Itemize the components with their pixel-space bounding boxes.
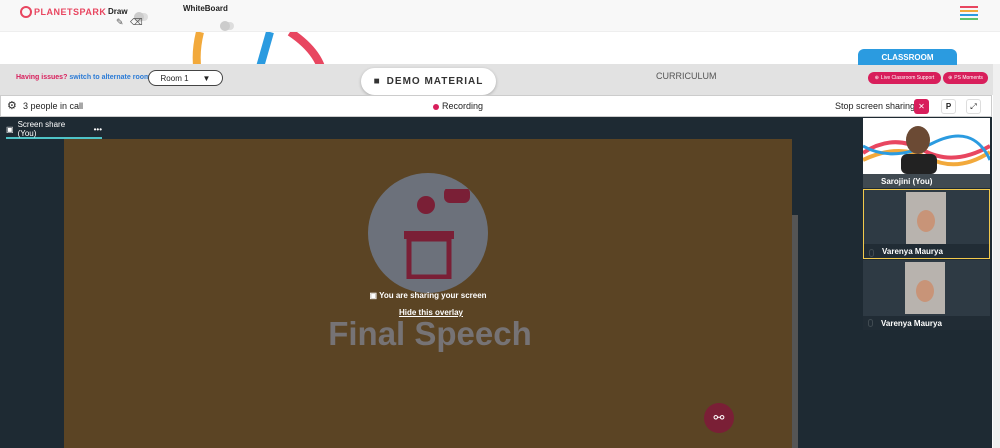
participant-name: Varenya Maurya — [863, 316, 990, 330]
live-support-label: Live Classroom Support — [880, 75, 935, 81]
share-icon[interactable]: ⚯ — [704, 403, 734, 433]
curriculum-tab[interactable]: CURRICULUM — [656, 71, 717, 81]
ps-moments-button[interactable]: ⊕ PS Moments — [943, 72, 988, 84]
room-select[interactable]: Room 1 ▼ — [148, 70, 223, 86]
draw-label: Draw — [108, 7, 128, 16]
screen-share-tab-label: Screen share (You) — [17, 120, 66, 138]
live-support-button[interactable]: ⊕ Live Classroom Support — [868, 72, 941, 84]
participant-video — [863, 126, 990, 174]
stop-sharing-button[interactable]: ✕ — [914, 99, 929, 114]
screen-share-tab[interactable]: ▣ Screen share (You) ••• — [6, 120, 102, 139]
participants-panel: Sarojini (You) Varenya Maurya Varenya Ma… — [862, 117, 992, 448]
podium-icon — [404, 189, 470, 279]
sharing-overlay-text: ▣ You are sharing your screen — [64, 291, 792, 300]
participant-video — [906, 192, 946, 244]
gear-icon[interactable]: ⚙ — [7, 99, 17, 112]
monitor-icon: ▣ — [6, 124, 14, 134]
participant-name: Sarojini (You) — [863, 174, 990, 188]
page-scrollbar[interactable] — [993, 64, 1000, 448]
classroom-tab[interactable]: CLASSROOM — [858, 49, 957, 65]
issues-notice: Having issues? switch to alternate room — [16, 74, 150, 81]
call-bar: ⚙ 3 people in call Recording Stop screen… — [0, 95, 992, 117]
more-icon[interactable]: ••• — [94, 125, 102, 134]
switch-room-link[interactable]: switch to alternate room — [69, 74, 150, 81]
logo-icon — [20, 6, 32, 18]
issues-text: Having issues? — [16, 74, 68, 81]
monitor-icon: ▣ — [369, 291, 378, 300]
shared-slide: ▣ You are sharing your screen Hide this … — [64, 139, 792, 448]
pencil-icon[interactable]: ✎ — [116, 17, 124, 28]
recording-dot-icon — [433, 104, 439, 110]
stop-sharing-label: Stop screen sharing — [835, 101, 916, 111]
whiteboard-label: WhiteBoard — [183, 4, 228, 13]
participant-tile[interactable]: Varenya Maurya — [863, 260, 990, 330]
participant-tile[interactable]: Varenya Maurya — [863, 189, 990, 259]
slide-title: Final Speech — [328, 315, 532, 352]
fullscreen-icon[interactable]: ⤢ — [966, 99, 981, 114]
plus-icon: ⊕ — [874, 75, 879, 81]
menu-icon[interactable] — [960, 6, 978, 20]
p-button[interactable]: P — [941, 99, 956, 114]
whiteboard-toggle[interactable] — [220, 21, 235, 31]
demo-material-label: DEMO MATERIAL — [386, 76, 484, 87]
scrollbar[interactable] — [792, 215, 798, 448]
top-bar: PLANETSPARK Draw ✎ ⌫ WhiteBoard — [0, 0, 1000, 32]
caret-down-icon: ▼ — [202, 73, 211, 83]
eraser-icon[interactable]: ⌫ — [130, 17, 143, 28]
recording-status: Recording — [442, 101, 484, 111]
folder-icon: ■ — [373, 76, 381, 87]
participant-tile[interactable]: Sarojini (You) — [863, 118, 990, 188]
participant-name: Varenya Maurya — [864, 244, 989, 258]
demo-material-button[interactable]: ■ DEMO MATERIAL — [361, 68, 496, 95]
brand-logo: PLANETSPARK — [34, 7, 107, 17]
plus-icon: ⊕ — [948, 75, 953, 81]
people-count: 3 people in call — [23, 101, 84, 111]
participant-video — [905, 262, 945, 314]
sharing-message: You are sharing your screen — [379, 291, 487, 300]
ps-moments-label: PS Moments — [954, 75, 983, 81]
room-select-value: Room 1 — [160, 73, 189, 83]
